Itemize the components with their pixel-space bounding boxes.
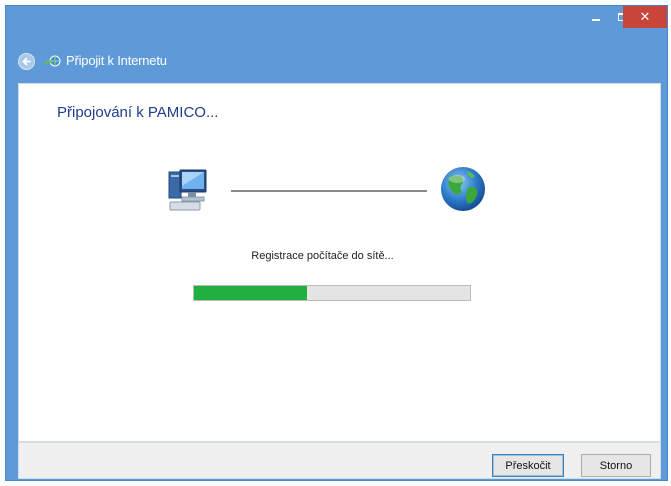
network-icon — [44, 55, 61, 67]
globe-icon — [441, 167, 485, 211]
close-button[interactable]: ✕ — [623, 6, 667, 28]
close-icon: ✕ — [639, 9, 651, 24]
minimize-button[interactable] — [583, 6, 609, 28]
main-panel: Připojování k PAMICO... Registrace počít… — [18, 83, 661, 442]
progress-bar — [193, 285, 471, 301]
cancel-button[interactable]: Storno — [581, 454, 651, 477]
window-title: Připojit k Internetu — [66, 53, 167, 68]
window: ✕ Připojit k Internetu Připojování k PAM… — [5, 5, 668, 481]
skip-button[interactable]: Přeskočit — [492, 454, 564, 477]
status-label: Registrace počítače do sítě... — [251, 250, 394, 262]
back-button[interactable] — [18, 53, 35, 70]
connection-line — [231, 190, 427, 192]
status-text: Registrace počítače do sítě... — [19, 250, 660, 262]
title-bar[interactable]: ✕ — [6, 6, 667, 36]
navigation-bar: Připojit k Internetu — [6, 40, 667, 82]
minimize-icon — [592, 19, 600, 21]
back-arrow-icon — [22, 57, 31, 66]
footer-bar: Přeskočit Storno — [18, 442, 661, 479]
page-heading: Připojování k PAMICO... — [57, 104, 219, 121]
computer-icon — [168, 169, 207, 211]
progress-fill — [194, 286, 308, 300]
